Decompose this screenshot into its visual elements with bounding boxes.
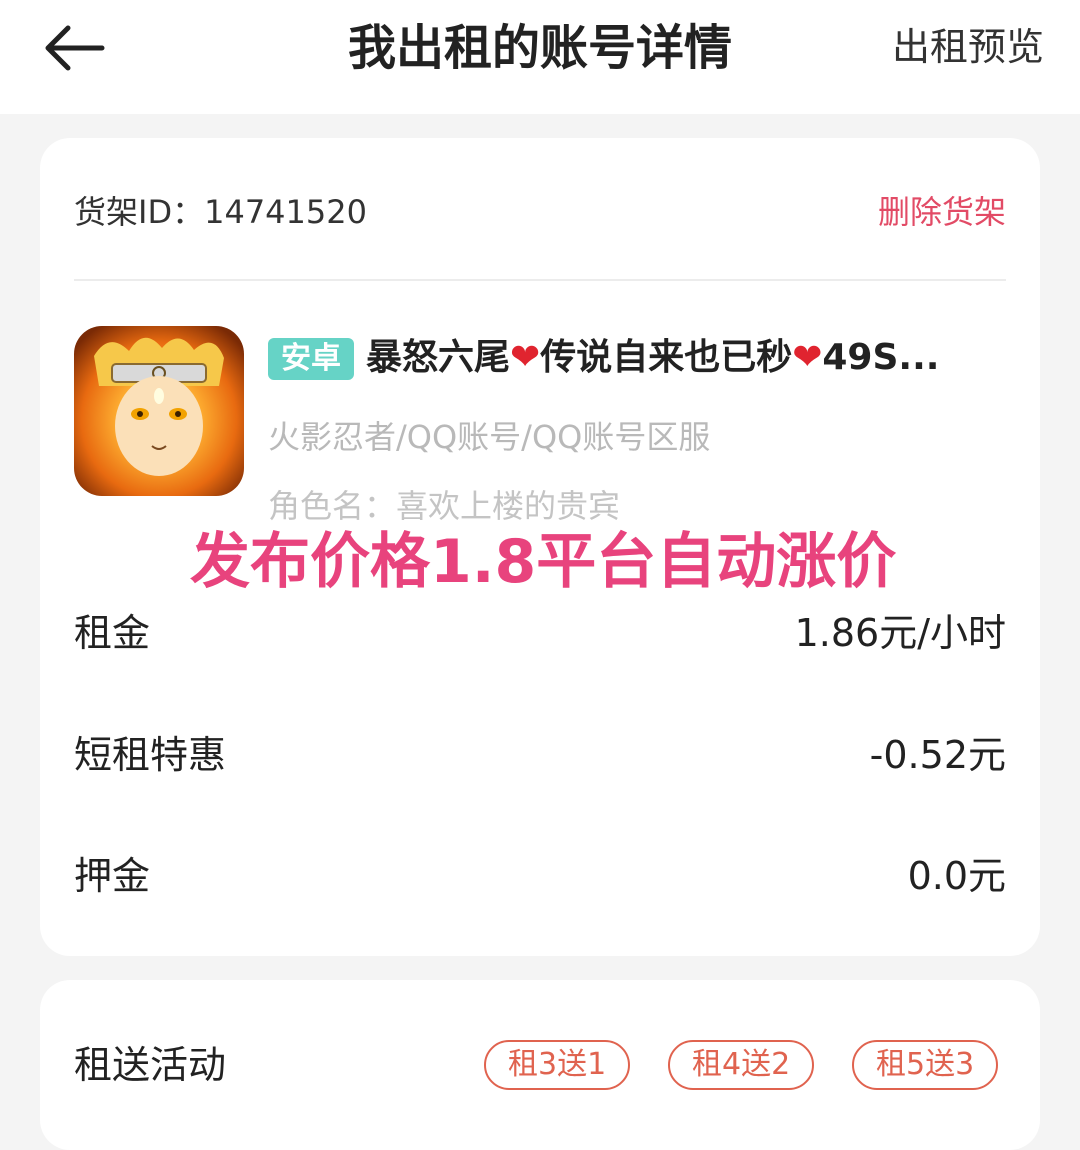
listing-title-part: 传说自来也已秒: [540, 337, 793, 378]
shelf-id-value: 14741520: [204, 193, 367, 231]
short-rent-discount-value: -0.52元: [869, 733, 1006, 777]
price-note-overlay: 发布价格1.8平台自动涨价: [190, 527, 897, 597]
heart-icon: ❤: [792, 337, 823, 378]
game-category: 火影忍者/QQ账号/QQ账号区服: [268, 418, 711, 456]
promo-tag-rent5-get3[interactable]: 租5送3: [852, 1040, 999, 1090]
listing-title-part: 暴怒六尾: [366, 337, 511, 378]
heart-icon: ❤: [510, 337, 541, 378]
rent-value: 1.86元/小时: [794, 611, 1006, 655]
listing-card: 货架ID：14741520 删除货架 安卓 暴怒六尾❤传说自来也已秒❤49S..…: [40, 138, 1040, 956]
short-rent-discount-label: 短租特惠: [74, 733, 227, 777]
platform-badge: 安卓: [268, 338, 354, 380]
listing-title[interactable]: 暴怒六尾❤传说自来也已秒❤49S...: [366, 334, 1006, 382]
naruto-game-icon: [74, 326, 244, 496]
rent-label: 租金: [74, 611, 151, 655]
rent-preview-button[interactable]: 出租预览: [892, 22, 1044, 72]
delete-shelf-button[interactable]: 删除货架: [878, 192, 1006, 232]
rental-promotion-label: 租送活动: [74, 1043, 227, 1087]
deposit-value: 0.0元: [907, 854, 1006, 898]
shelf-id-label: 货架ID：: [74, 193, 205, 231]
shelf-id: 货架ID：14741520: [74, 192, 367, 232]
promo-tag-rent4-get2[interactable]: 租4送2: [668, 1040, 815, 1090]
listing-title-part: 49S...: [822, 337, 940, 378]
promo-tag-rent3-get1[interactable]: 租3送1: [484, 1040, 631, 1090]
rental-promotion-card: 租送活动 租3送1 租4送2 租5送3: [40, 980, 1040, 1150]
divider: [74, 279, 1006, 281]
deposit-label: 押金: [74, 854, 151, 898]
role-name: 角色名：喜欢上楼的贵宾: [268, 487, 621, 525]
top-nav-bar: 我出租的账号详情 出租预览: [0, 0, 1080, 114]
